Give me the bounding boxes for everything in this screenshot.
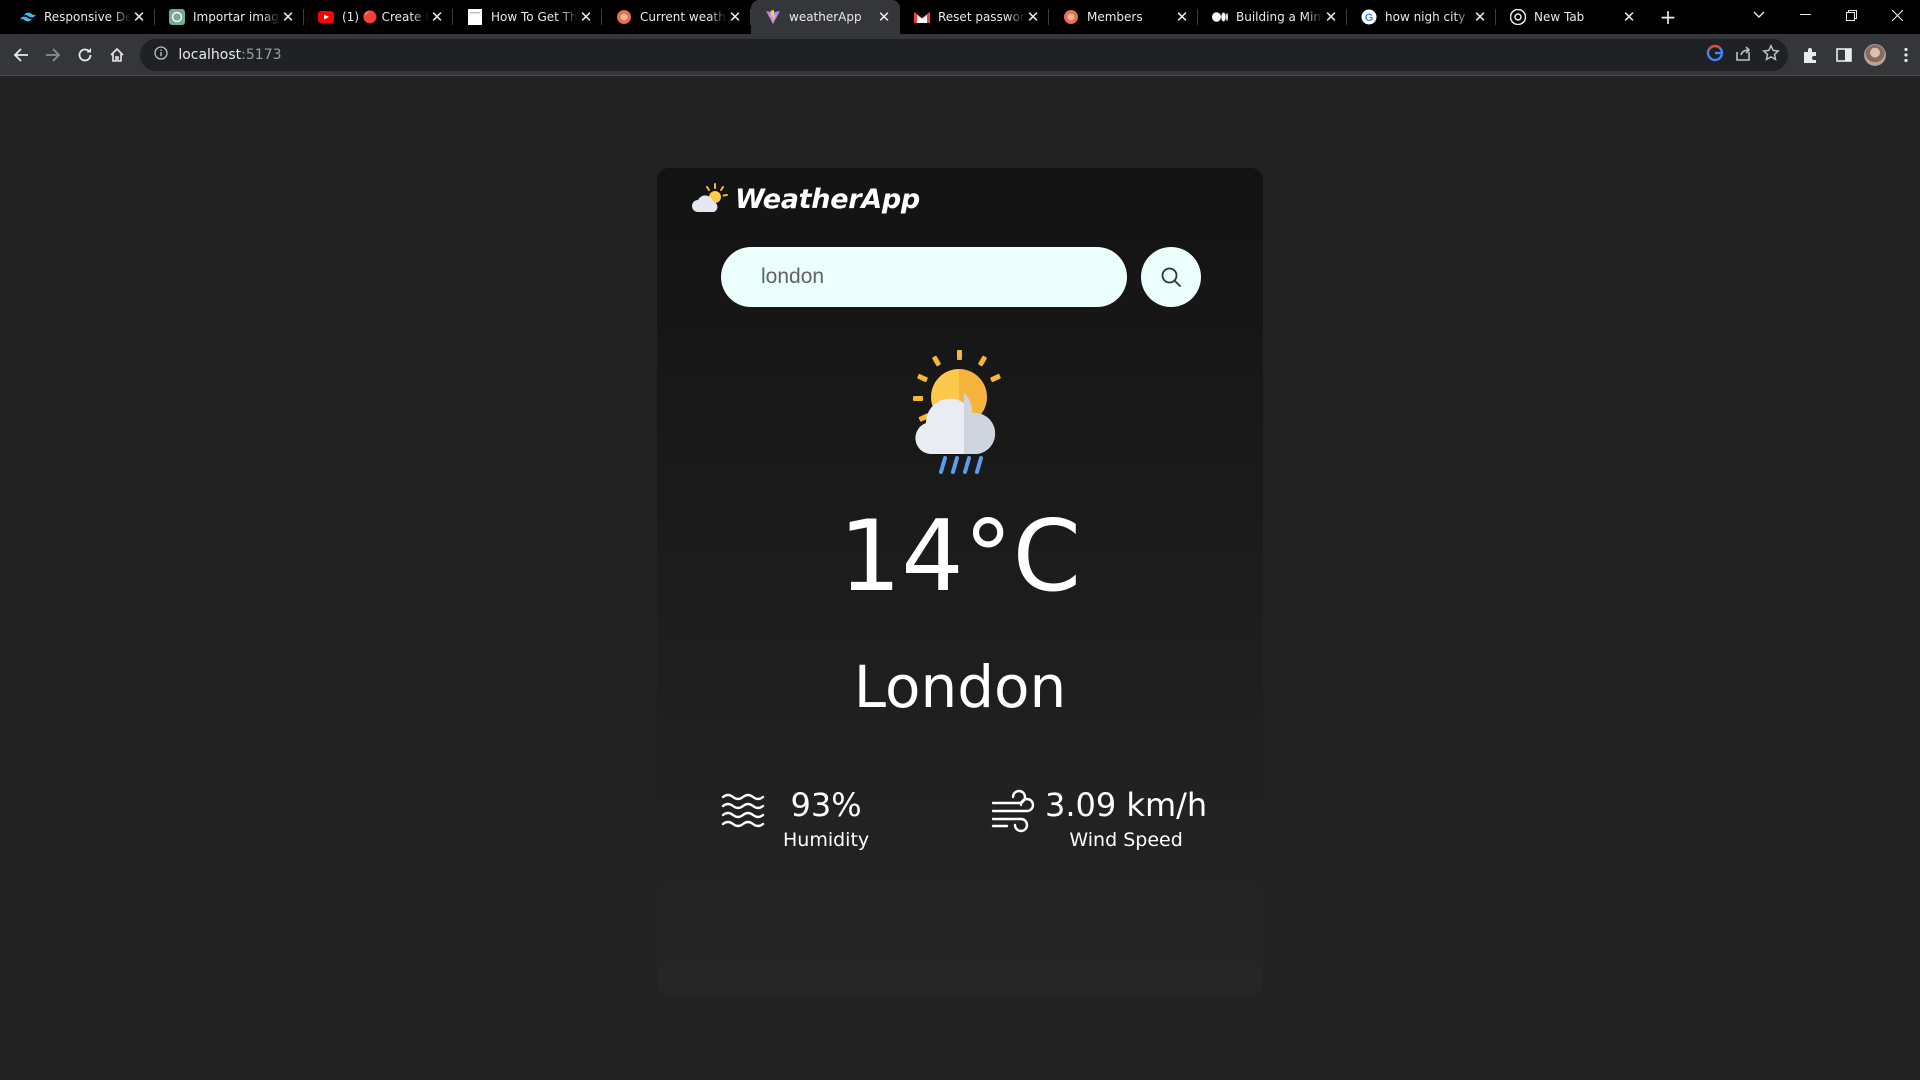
- svg-text:G: G: [1365, 12, 1374, 24]
- tab-title: (1) 🔴 Create L: [342, 10, 429, 24]
- humidity-text: 93% Humidity: [783, 786, 870, 851]
- tab-search-chevron-icon[interactable]: [1736, 0, 1782, 30]
- url-host: localhost: [178, 46, 242, 63]
- back-arrow-icon[interactable]: [6, 39, 36, 71]
- search-icon: [1161, 267, 1181, 287]
- openweather-icon: [616, 9, 632, 25]
- wind-text: 3.09 km/h Wind Speed: [1045, 786, 1208, 851]
- browser-tab[interactable]: New Tab ✕: [1496, 0, 1645, 34]
- browser-tab[interactable]: Members ✕: [1049, 0, 1198, 34]
- sun-cloud-logo-icon: [692, 183, 728, 212]
- tab-title: Importar image: [193, 10, 280, 24]
- wind-stat: 3.09 km/h Wind Speed: [991, 786, 1208, 851]
- wind-icon: [991, 789, 1035, 833]
- home-icon[interactable]: [102, 39, 132, 71]
- tab-close-icon[interactable]: ✕: [1621, 8, 1637, 26]
- tab-close-icon[interactable]: ✕: [876, 8, 892, 26]
- url-port: :5173: [241, 46, 282, 63]
- profile-avatar[interactable]: [1864, 43, 1886, 66]
- tab-title: how nigh city -: [1385, 10, 1472, 24]
- search-row: [721, 247, 1201, 307]
- city-name: London: [853, 653, 1067, 721]
- temperature: 14°C: [838, 500, 1082, 614]
- tab-title: Responsive Des: [44, 10, 131, 24]
- address-bar-actions: [1706, 39, 1780, 71]
- weather-card: WeatherApp london 14°C London 93% Humidi…: [657, 168, 1263, 996]
- browser-tab-active[interactable]: weatherApp ✕: [751, 0, 900, 34]
- app-title: WeatherApp: [735, 183, 920, 215]
- browser-tab-strip: Responsive Des ✕ Importar image ✕ (1) 🔴 …: [0, 0, 1920, 34]
- browser-tab[interactable]: (1) 🔴 Create L ✕: [304, 0, 453, 34]
- minimize-icon[interactable]: [1782, 0, 1828, 30]
- humidity-stat: 93% Humidity: [721, 786, 870, 851]
- site-info-icon[interactable]: [154, 45, 168, 64]
- reload-icon[interactable]: [70, 39, 100, 71]
- tab-title: Members: [1087, 10, 1143, 24]
- tab-title: weatherApp: [789, 10, 862, 24]
- tab-close-icon[interactable]: ✕: [578, 8, 594, 26]
- tab-title: Reset passwor: [938, 10, 1025, 24]
- tab-close-icon[interactable]: ✕: [1472, 8, 1488, 26]
- tailwind-icon: [20, 9, 36, 25]
- search-button[interactable]: [1141, 247, 1201, 307]
- tab-title: Current weathe: [640, 10, 727, 24]
- tab-title: Building a Mini: [1236, 10, 1323, 24]
- browser-tab[interactable]: Current weathe ✕: [602, 0, 751, 34]
- sun-cloud-rain-icon: [913, 350, 1001, 474]
- chrome-icon: [1510, 9, 1526, 25]
- humidity-value: 93%: [790, 786, 862, 824]
- browser-tab[interactable]: Responsive Des ✕: [6, 0, 155, 34]
- browser-toolbar: localhost:5173: [0, 34, 1920, 76]
- google-lens-icon[interactable]: [1706, 44, 1724, 66]
- url-text[interactable]: localhost:5173: [178, 47, 281, 63]
- tab-close-icon[interactable]: ✕: [1025, 8, 1041, 26]
- new-tab-button[interactable]: +: [1651, 0, 1685, 34]
- tab-close-icon[interactable]: ✕: [429, 8, 445, 26]
- browser-tab[interactable]: How To Get Th ✕: [453, 0, 602, 34]
- tab-list: Responsive Des ✕ Importar image ✕ (1) 🔴 …: [0, 0, 1685, 34]
- humidity-label: Humidity: [783, 828, 870, 851]
- wind-value: 3.09 km/h: [1045, 786, 1208, 824]
- share-icon[interactable]: [1734, 44, 1752, 66]
- forward-arrow-icon[interactable]: [38, 39, 68, 71]
- tab-close-icon[interactable]: ✕: [727, 8, 743, 26]
- page-viewport: WeatherApp london 14°C London 93% Humidi…: [0, 77, 1920, 1080]
- menu-kebab-icon[interactable]: [1892, 41, 1920, 69]
- browser-tab[interactable]: Reset passwor ✕: [900, 0, 1049, 34]
- extensions-puzzle-icon[interactable]: [1796, 41, 1824, 69]
- tab-close-icon[interactable]: ✕: [131, 8, 147, 26]
- side-panel-icon[interactable]: [1830, 41, 1858, 69]
- browser-tab[interactable]: G how nigh city - ✕: [1347, 0, 1496, 34]
- google-icon: G: [1361, 9, 1377, 25]
- tab-close-icon[interactable]: ✕: [280, 8, 296, 26]
- page-icon: [467, 9, 483, 25]
- bookmark-star-icon[interactable]: [1762, 43, 1780, 66]
- app-brand: WeatherApp: [691, 182, 920, 216]
- window-controls: [1782, 0, 1920, 34]
- wind-label: Wind Speed: [1069, 828, 1183, 851]
- close-window-icon[interactable]: [1874, 0, 1920, 30]
- restore-icon[interactable]: [1828, 0, 1874, 30]
- chatgpt-icon: [169, 9, 185, 25]
- tab-close-icon[interactable]: ✕: [1174, 8, 1190, 26]
- tab-title: New Tab: [1534, 10, 1585, 24]
- humidity-waves-icon: [721, 793, 765, 828]
- browser-tab[interactable]: Importar image ✕: [155, 0, 304, 34]
- tab-close-icon[interactable]: ✕: [1323, 8, 1339, 26]
- toolbar-right: [1796, 41, 1920, 69]
- city-search-input[interactable]: [721, 247, 1127, 307]
- openweather-icon: [1063, 9, 1079, 25]
- address-bar[interactable]: localhost:5173: [140, 38, 1788, 71]
- vite-icon: [765, 9, 781, 25]
- tab-title: How To Get Th: [491, 10, 578, 24]
- gmail-icon: [914, 9, 930, 25]
- youtube-icon: [318, 9, 334, 25]
- medium-icon: [1212, 9, 1228, 25]
- browser-tab[interactable]: Building a Mini ✕: [1198, 0, 1347, 34]
